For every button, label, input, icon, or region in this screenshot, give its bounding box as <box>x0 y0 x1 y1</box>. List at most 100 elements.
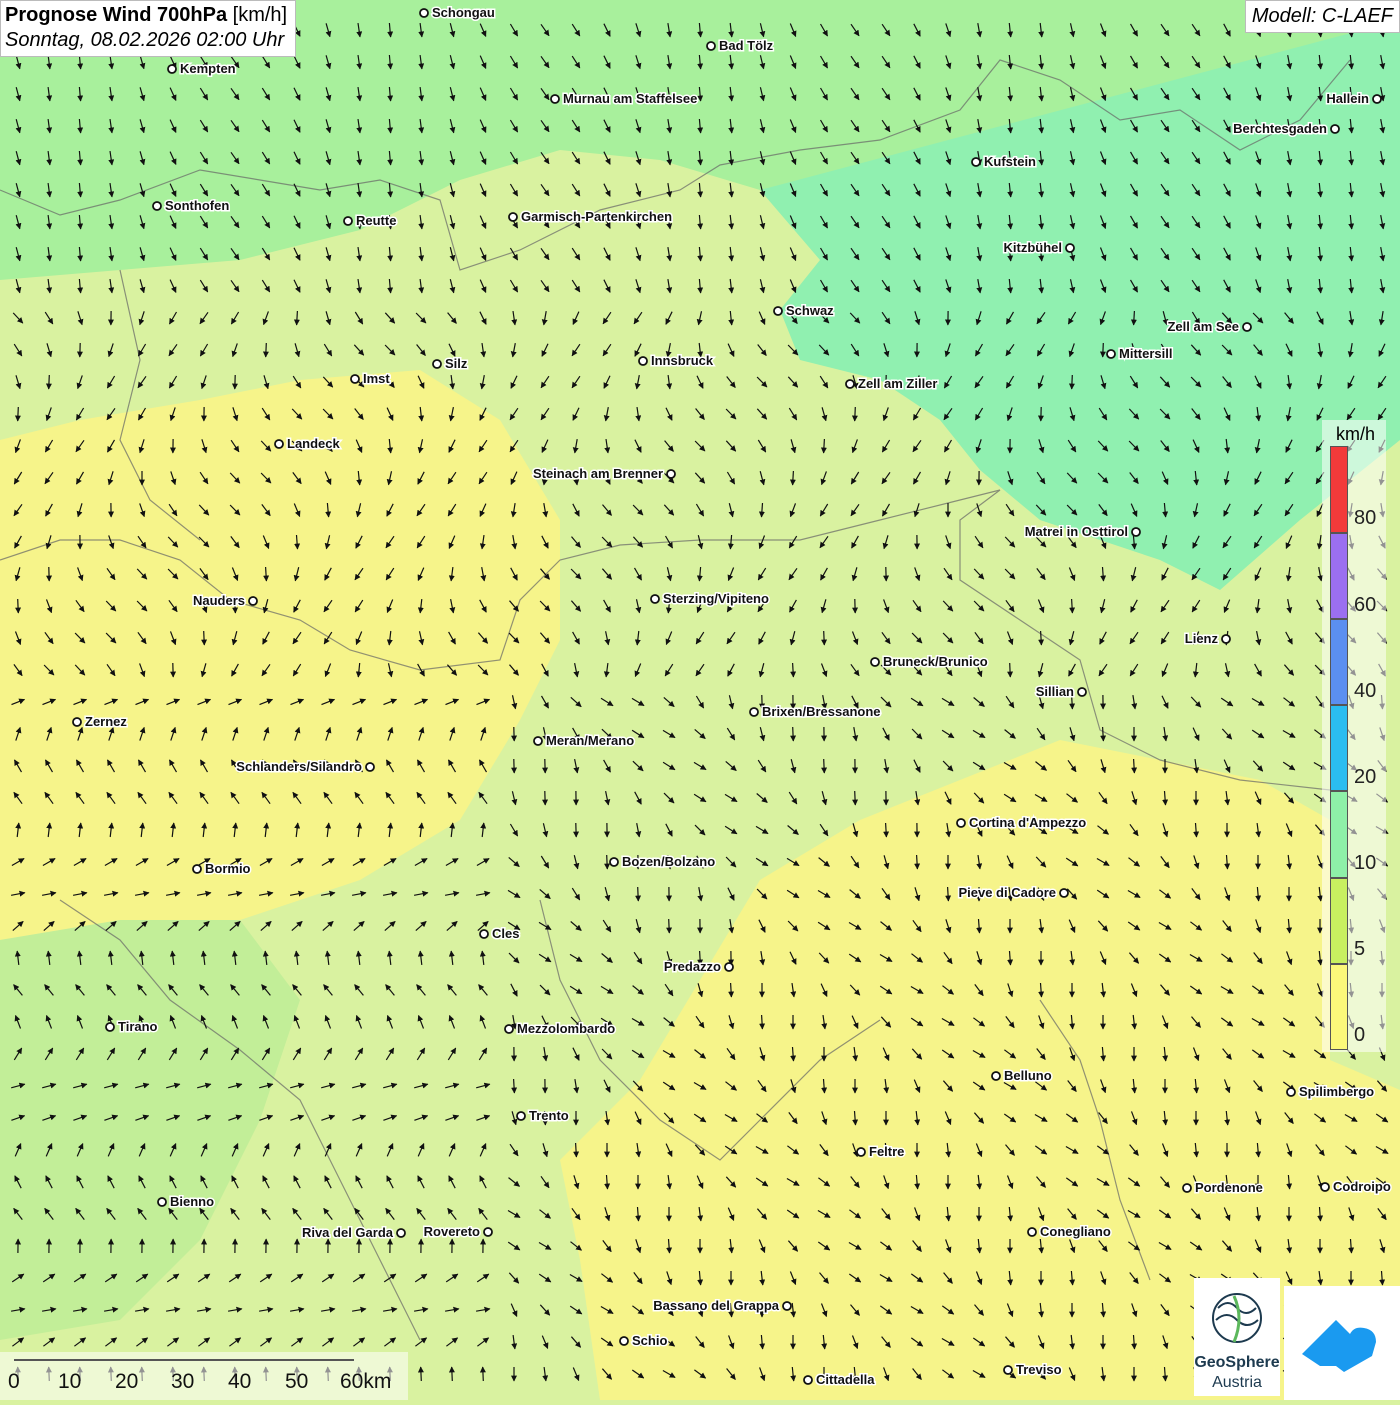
wind-arrow <box>266 343 267 357</box>
legend-unit: km/h <box>1336 424 1375 445</box>
model-label: Modell: C-LAEF <box>1245 0 1400 33</box>
geosphere-logo[interactable]: GeoSphere Austria <box>1194 1278 1280 1396</box>
city-dot <box>1107 350 1115 358</box>
legend-label-20: 20 <box>1354 766 1376 789</box>
wind-arrow <box>297 311 298 325</box>
city-dot <box>351 375 359 383</box>
city-innsbruck: Innsbruck <box>639 353 714 368</box>
scale-label-30: 30 <box>171 1370 194 1394</box>
app-logo[interactable] <box>1284 1286 1400 1400</box>
city-label: Cortina d'Ampezzo <box>969 815 1086 830</box>
city-dot <box>509 213 517 221</box>
city-meran-merano: Meran/Merano <box>534 733 634 748</box>
wind-arrow <box>1134 311 1135 325</box>
legend-label-10: 10 <box>1354 852 1376 875</box>
city-label: Sonthofen <box>165 198 229 213</box>
city-label: Belluno <box>1004 1068 1052 1083</box>
city-dot <box>366 763 374 771</box>
legend-label-0: 0 <box>1354 1024 1365 1047</box>
wind-arrow <box>204 631 205 645</box>
city-dot <box>610 858 618 866</box>
city-dot <box>517 1112 525 1120</box>
wind-arrow <box>49 375 50 389</box>
city-dot <box>420 9 428 17</box>
city-label: Matrei in Osttirol <box>1025 524 1128 539</box>
city-label: Innsbruck <box>651 353 714 368</box>
city-label: Garmisch-Partenkirchen <box>521 209 672 224</box>
geosphere-logo-line1: GeoSphere <box>1194 1354 1280 1372</box>
scale-label-50: 50 <box>285 1370 308 1394</box>
wind-arrow <box>917 855 918 869</box>
city-cortina-d-ampezzo: Cortina d'Ampezzo <box>957 815 1086 830</box>
city-schongau: Schongau <box>420 5 495 20</box>
city-dot <box>1373 95 1381 103</box>
city-label: Tirano <box>118 1019 158 1034</box>
city-dot <box>534 737 542 745</box>
city-dot <box>651 595 659 603</box>
city-dot <box>667 470 675 478</box>
forecast-datetime: Sonntag, 08.02.2026 02:00 Uhr <box>5 29 287 52</box>
city-label: Reutte <box>356 213 396 228</box>
city-label: Codroipo <box>1333 1179 1391 1194</box>
city-dot <box>433 360 441 368</box>
city-label: Pieve di Cadore <box>958 885 1056 900</box>
city-dot <box>158 1198 166 1206</box>
city-label: Bad Tölz <box>719 38 774 53</box>
wind-arrow <box>638 887 639 901</box>
city-label: Predazzo <box>664 959 721 974</box>
city-dot <box>1183 1184 1191 1192</box>
legend-label-40: 40 <box>1354 680 1376 703</box>
city-dot <box>1331 125 1339 133</box>
city-label: Trento <box>529 1108 569 1123</box>
city-dot <box>620 1337 628 1345</box>
wind-arrow <box>793 471 794 485</box>
wind-arrow <box>731 983 732 997</box>
city-label: Kufstein <box>984 154 1036 169</box>
city-dot <box>639 357 647 365</box>
city-label: Brixen/Bressanone <box>762 704 881 719</box>
city-label: Spilimbergo <box>1299 1084 1374 1099</box>
city-dot <box>1222 635 1230 643</box>
city-dot <box>857 1148 865 1156</box>
wind-arrow <box>824 439 825 453</box>
city-dot <box>972 158 980 166</box>
city-label: Schlanders/Silandro <box>236 759 362 774</box>
wind-arrow <box>886 823 887 837</box>
city-dot <box>774 307 782 315</box>
city-dot <box>344 217 352 225</box>
map-title-unit: [km/h] <box>233 4 287 26</box>
city-pieve-di-cadore: Pieve di Cadore <box>958 885 1068 900</box>
city-dot <box>551 95 559 103</box>
city-bozen-bolzano: Bozen/Bolzano <box>610 854 715 869</box>
legend-swatch-40 <box>1330 619 1348 705</box>
city-brixen-bressanone: Brixen/Bressanone <box>750 704 881 719</box>
city-dot <box>480 930 488 938</box>
wind-arrow <box>824 759 825 773</box>
legend-swatch-80 <box>1330 446 1348 533</box>
city-label: Schio <box>632 1333 667 1348</box>
city-dot <box>1243 323 1251 331</box>
city-zell-am-ziller: Zell am Ziller <box>846 376 937 391</box>
city-label: Pordenone <box>1195 1180 1263 1195</box>
city-label: Nauders <box>193 593 245 608</box>
city-dot <box>804 1376 812 1384</box>
city-murnau-am-staffelsee: Murnau am Staffelsee <box>551 91 697 106</box>
city-dot <box>750 708 758 716</box>
city-label: Kempten <box>180 61 236 76</box>
wind-arrow <box>1103 727 1104 741</box>
city-label: Cittadella <box>816 1372 875 1387</box>
wind-arrow <box>855 791 856 805</box>
city-label: Treviso <box>1016 1362 1062 1377</box>
city-dot <box>1066 244 1074 252</box>
legend-swatch-10 <box>1330 791 1348 878</box>
scale-label-20: 20 <box>115 1370 138 1394</box>
legend-label-80: 80 <box>1354 507 1376 530</box>
wind-arrow <box>576 1143 577 1157</box>
wind-arrow <box>1010 663 1011 677</box>
wind-arrow <box>421 1367 422 1381</box>
city-dot <box>725 963 733 971</box>
scale-label-40: 40 <box>228 1370 251 1394</box>
wind-arrow <box>762 1015 763 1029</box>
city-label: Berchtesgaden <box>1233 121 1327 136</box>
city-zell-am-see: Zell am See <box>1167 319 1251 334</box>
